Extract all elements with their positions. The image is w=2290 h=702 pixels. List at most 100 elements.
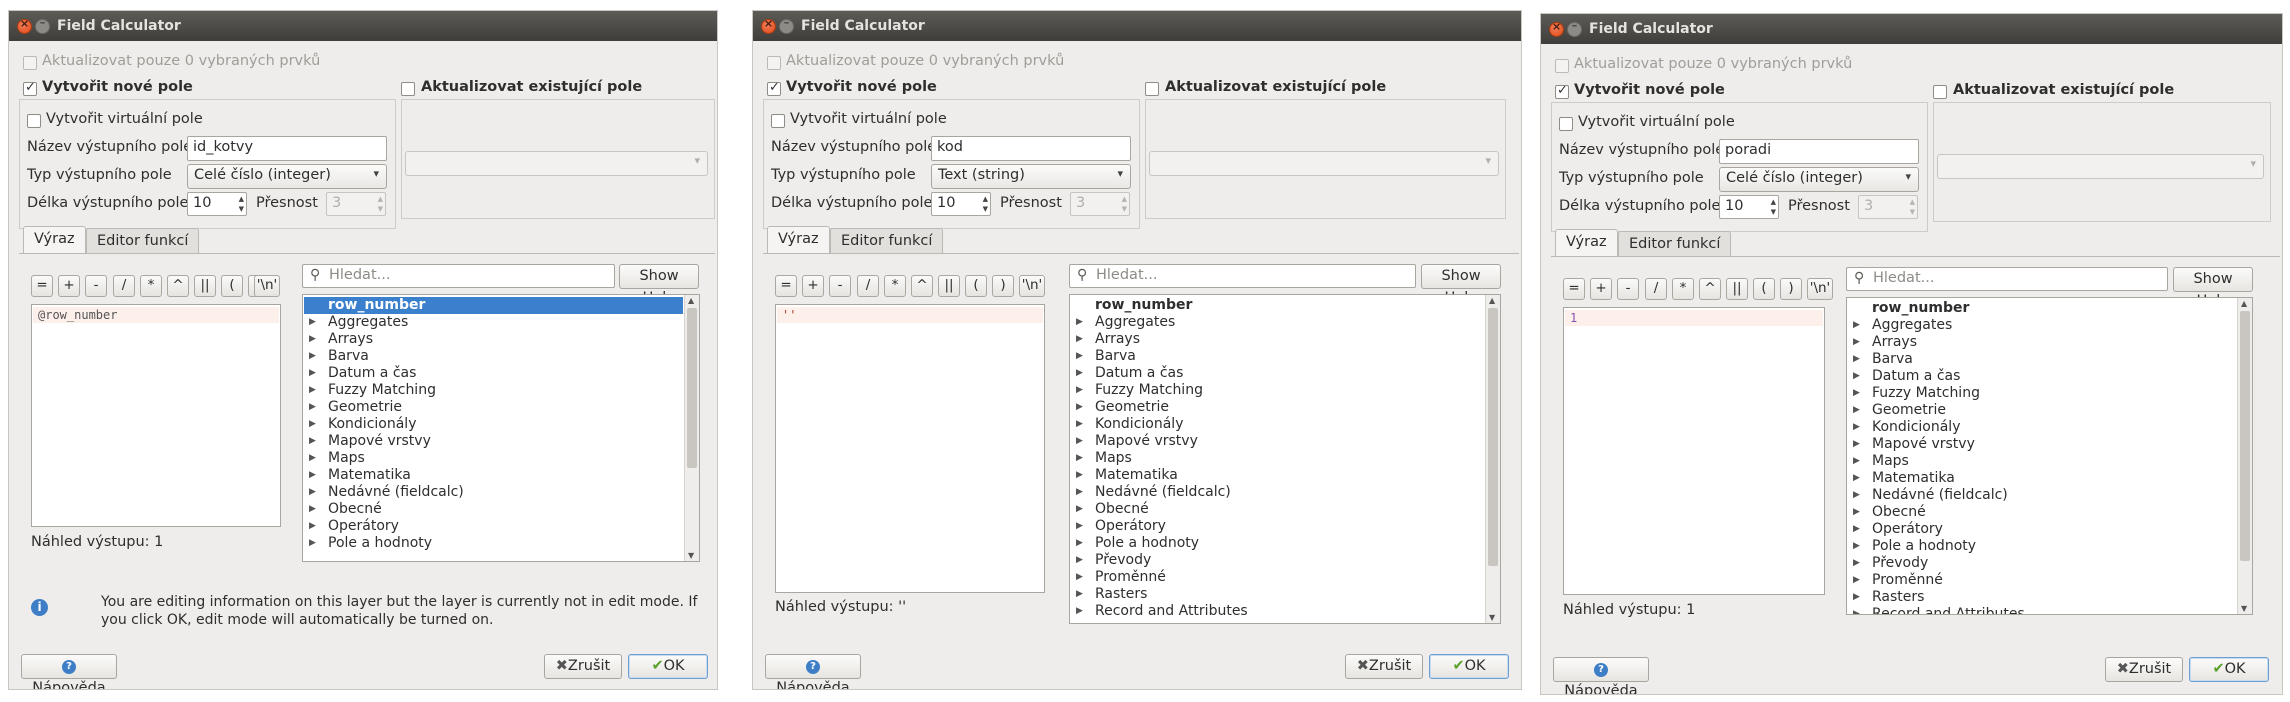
tab-expression[interactable]: Výraz <box>767 226 830 253</box>
field-type-combo[interactable]: Celé číslo (integer) ▾ <box>1719 167 1919 192</box>
cancel-button[interactable]: ✖Zrušit <box>2105 657 2183 682</box>
expand-arrow-icon[interactable]: ▶ <box>1076 331 1083 348</box>
tree-item[interactable]: row_number <box>304 297 683 314</box>
update-existing-checkbox[interactable] <box>1933 85 1947 99</box>
tree-item[interactable]: ▶ Geometrie <box>304 399 683 416</box>
tree-item[interactable]: ▶ Kondicionály <box>1071 416 1484 433</box>
tree-item[interactable]: ▶ Record and Attributes <box>1848 606 2236 614</box>
tree-item[interactable]: ▶ Datum a čas <box>1071 365 1484 382</box>
expand-arrow-icon[interactable]: ▶ <box>1076 467 1083 484</box>
operator-multiply-button[interactable]: * <box>140 275 162 297</box>
tree-scrollbar[interactable]: ▲ ▼ <box>2237 298 2252 614</box>
operator-plus-button[interactable]: + <box>802 275 824 297</box>
scroll-down-icon[interactable]: ▼ <box>2241 604 2247 613</box>
expression-editor[interactable]: 1 <box>1563 307 1825 595</box>
title-bar[interactable]: × – Field Calculator <box>753 11 1521 41</box>
function-tree[interactable]: row_number ▶ Aggregates ▶ Arrays ▶ Barva ▶ D… <box>1846 297 2253 615</box>
tree-item[interactable]: ▶ Proměnné <box>1071 569 1484 586</box>
close-window-button[interactable]: × <box>1549 20 1564 37</box>
tree-item[interactable]: ▶ Matematika <box>304 467 683 484</box>
scroll-up-icon[interactable]: ▲ <box>1489 296 1495 305</box>
expand-arrow-icon[interactable]: ▶ <box>1076 433 1083 450</box>
expression-editor[interactable]: @row_number <box>31 304 281 527</box>
tree-item[interactable]: ▶ Fuzzy Matching <box>1848 385 2236 402</box>
expand-arrow-icon[interactable]: ▶ <box>1853 470 1860 487</box>
operator-multiply-button[interactable]: * <box>1672 278 1694 300</box>
expand-arrow-icon[interactable]: ▶ <box>1076 416 1083 433</box>
operator-multiply-button[interactable]: * <box>884 275 906 297</box>
operator-newline-button[interactable]: '\n' <box>254 275 280 297</box>
tree-item[interactable]: row_number <box>1848 300 2236 317</box>
expand-arrow-icon[interactable]: ▶ <box>1076 484 1083 501</box>
expand-arrow-icon[interactable]: ▶ <box>1853 504 1860 521</box>
tree-item[interactable]: ▶ Mapové vrstvy <box>304 433 683 450</box>
field-type-combo[interactable]: Celé číslo (integer) ▾ <box>187 164 387 189</box>
expand-arrow-icon[interactable]: ▶ <box>1076 569 1083 586</box>
tree-item[interactable]: ▶ Datum a čas <box>1848 368 2236 385</box>
tab-expression[interactable]: Výraz <box>23 226 86 253</box>
tree-item[interactable]: ▶ Barva <box>1071 348 1484 365</box>
expand-arrow-icon[interactable]: ▶ <box>1853 334 1860 351</box>
tab-function-editor[interactable]: Editor funkcí <box>86 228 200 253</box>
expand-arrow-icon[interactable]: ▶ <box>309 501 316 518</box>
precision-spinbox[interactable]: 3 ▲ ▼ <box>1070 192 1130 216</box>
expand-arrow-icon[interactable]: ▶ <box>309 535 316 552</box>
update-selected-checkbox[interactable] <box>767 56 781 70</box>
ok-button[interactable]: ✔OK <box>628 654 708 679</box>
close-window-button[interactable]: × <box>17 17 32 34</box>
expand-arrow-icon[interactable]: ▶ <box>309 382 316 399</box>
function-tree[interactable]: row_number ▶ Aggregates ▶ Arrays ▶ Barva ▶ D… <box>302 294 700 562</box>
expand-arrow-icon[interactable]: ▶ <box>309 348 316 365</box>
operator-divide-button[interactable]: / <box>857 275 879 297</box>
expand-arrow-icon[interactable]: ▶ <box>1853 487 1860 504</box>
spin-arrows-icon[interactable]: ▲ ▼ <box>983 194 988 214</box>
expand-arrow-icon[interactable]: ▶ <box>309 416 316 433</box>
expand-arrow-icon[interactable]: ▶ <box>309 314 316 331</box>
function-tree[interactable]: row_number ▶ Aggregates ▶ Arrays ▶ Barva ▶ D… <box>1069 294 1501 624</box>
update-selected-checkbox[interactable] <box>23 56 37 70</box>
operator-minus-button[interactable]: - <box>85 275 107 297</box>
scroll-down-icon[interactable]: ▼ <box>688 551 694 560</box>
scrollbar-thumb[interactable] <box>687 308 697 468</box>
tree-item[interactable]: ▶ Aggregates <box>304 314 683 331</box>
scroll-up-icon[interactable]: ▲ <box>688 296 694 305</box>
existing-field-combo[interactable]: ▾ <box>405 151 708 176</box>
minimize-window-button[interactable]: – <box>35 16 50 34</box>
expand-arrow-icon[interactable]: ▶ <box>1853 402 1860 419</box>
operator-equals-button[interactable]: = <box>31 275 53 297</box>
operator-equals-button[interactable]: = <box>775 275 797 297</box>
field-length-spinbox[interactable]: 10 ▲ ▼ <box>1719 195 1779 219</box>
title-bar[interactable]: × – Field Calculator <box>9 11 717 41</box>
create-new-field-checkbox[interactable]: ✓ <box>23 80 37 96</box>
operator-concat-button[interactable]: || <box>1726 278 1748 300</box>
function-search-input[interactable]: ⚲ Hledat... <box>1069 264 1416 288</box>
spin-arrows-icon[interactable]: ▲ ▼ <box>1122 194 1127 214</box>
expand-arrow-icon[interactable]: ▶ <box>1076 518 1083 535</box>
tree-item[interactable]: ▶ Aggregates <box>1071 314 1484 331</box>
tree-item[interactable]: ▶ Geometrie <box>1848 402 2236 419</box>
operator-power-button[interactable]: ^ <box>167 275 189 297</box>
spin-arrows-icon[interactable]: ▲ ▼ <box>1771 197 1776 217</box>
expand-arrow-icon[interactable]: ▶ <box>309 450 316 467</box>
field-length-spinbox[interactable]: 10 ▲ ▼ <box>931 192 991 216</box>
operator-minus-button[interactable]: - <box>829 275 851 297</box>
tree-item[interactable]: ▶ Barva <box>304 348 683 365</box>
existing-field-combo[interactable]: ▾ <box>1937 154 2264 179</box>
operator-close-paren-button[interactable]: ) <box>1780 278 1802 300</box>
operator-concat-button[interactable]: || <box>938 275 960 297</box>
title-bar[interactable]: × – Field Calculator <box>1541 14 2282 44</box>
expand-arrow-icon[interactable]: ▶ <box>1076 314 1083 331</box>
expand-arrow-icon[interactable]: ▶ <box>1076 365 1083 382</box>
expand-arrow-icon[interactable]: ▶ <box>1853 606 1860 614</box>
expand-arrow-icon[interactable]: ▶ <box>1076 552 1083 569</box>
tab-expression[interactable]: Výraz <box>1555 229 1618 256</box>
operator-minus-button[interactable]: - <box>1617 278 1639 300</box>
tab-function-editor[interactable]: Editor funkcí <box>1618 231 1732 256</box>
operator-equals-button[interactable]: = <box>1563 278 1585 300</box>
operator-open-paren-button[interactable]: ( <box>221 275 243 297</box>
tree-item[interactable]: ▶ Arrays <box>304 331 683 348</box>
tree-item[interactable]: ▶ Obecné <box>1071 501 1484 518</box>
tree-item[interactable]: ▶ Operátory <box>304 518 683 535</box>
tree-item[interactable]: ▶ Pole a hodnoty <box>304 535 683 552</box>
tree-item[interactable]: ▶ Datum a čas <box>304 365 683 382</box>
